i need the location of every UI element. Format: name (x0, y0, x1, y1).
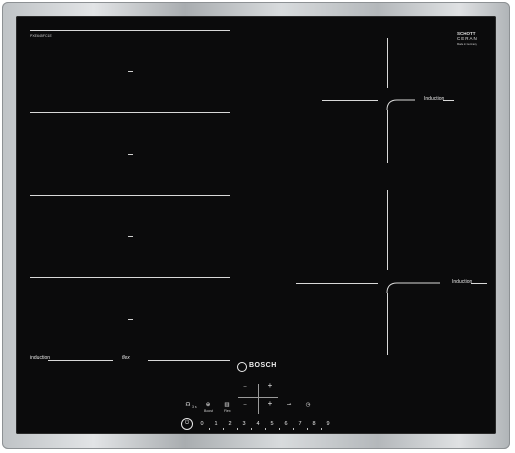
power-icon: ⏻ (184, 420, 190, 426)
boost-icon[interactable]: ⊕ (204, 402, 212, 409)
child-lock-text: 3 s (192, 405, 197, 409)
scale-digit-9[interactable]: 9 (324, 421, 332, 427)
scale-tick (279, 428, 280, 430)
scale-digit-1[interactable]: 1 (212, 421, 220, 427)
scale-tick (293, 428, 294, 430)
child-lock-icon[interactable]: ☊ (184, 402, 192, 409)
schott-logo-line2: CERAN (457, 36, 478, 41)
brand-logo: BOSCH (249, 362, 277, 369)
scale-digit-8[interactable]: 8 (310, 421, 318, 427)
scale-tick (321, 428, 322, 430)
flex-text: Flex (224, 409, 231, 413)
scale-tick (223, 428, 224, 430)
scale-digit-3[interactable]: 3 (240, 421, 248, 427)
scale-digit-2[interactable]: 2 (226, 421, 234, 427)
minus-top-button[interactable]: – (240, 384, 250, 391)
flex-icon[interactable]: ▥ (223, 402, 231, 409)
boost-text: Boost (204, 409, 213, 413)
scale-digit-4[interactable]: 4 (254, 421, 262, 427)
bosch-logo-icon (237, 362, 247, 372)
plus-top-button[interactable]: + (265, 382, 275, 390)
control-divider-vertical (258, 384, 259, 414)
power-button[interactable]: ⏻ (181, 418, 193, 430)
scale-digit-0[interactable]: 0 (198, 421, 206, 427)
pan-icon[interactable]: ⊸ (284, 402, 294, 409)
scale-digit-6[interactable]: 6 (282, 421, 290, 427)
plus-bottom-button[interactable]: + (265, 400, 275, 408)
schott-logo-line3: Made in Germany (457, 43, 477, 46)
scale-tick (307, 428, 308, 430)
scale-digit-7[interactable]: 7 (296, 421, 304, 427)
scale-tick (265, 428, 266, 430)
scale-tick (237, 428, 238, 430)
scale-tick (251, 428, 252, 430)
timer-icon[interactable]: ◷ (303, 402, 313, 409)
scale-digit-5[interactable]: 5 (268, 421, 276, 427)
minus-bottom-button[interactable]: – (240, 402, 250, 409)
scale-tick (209, 428, 210, 430)
